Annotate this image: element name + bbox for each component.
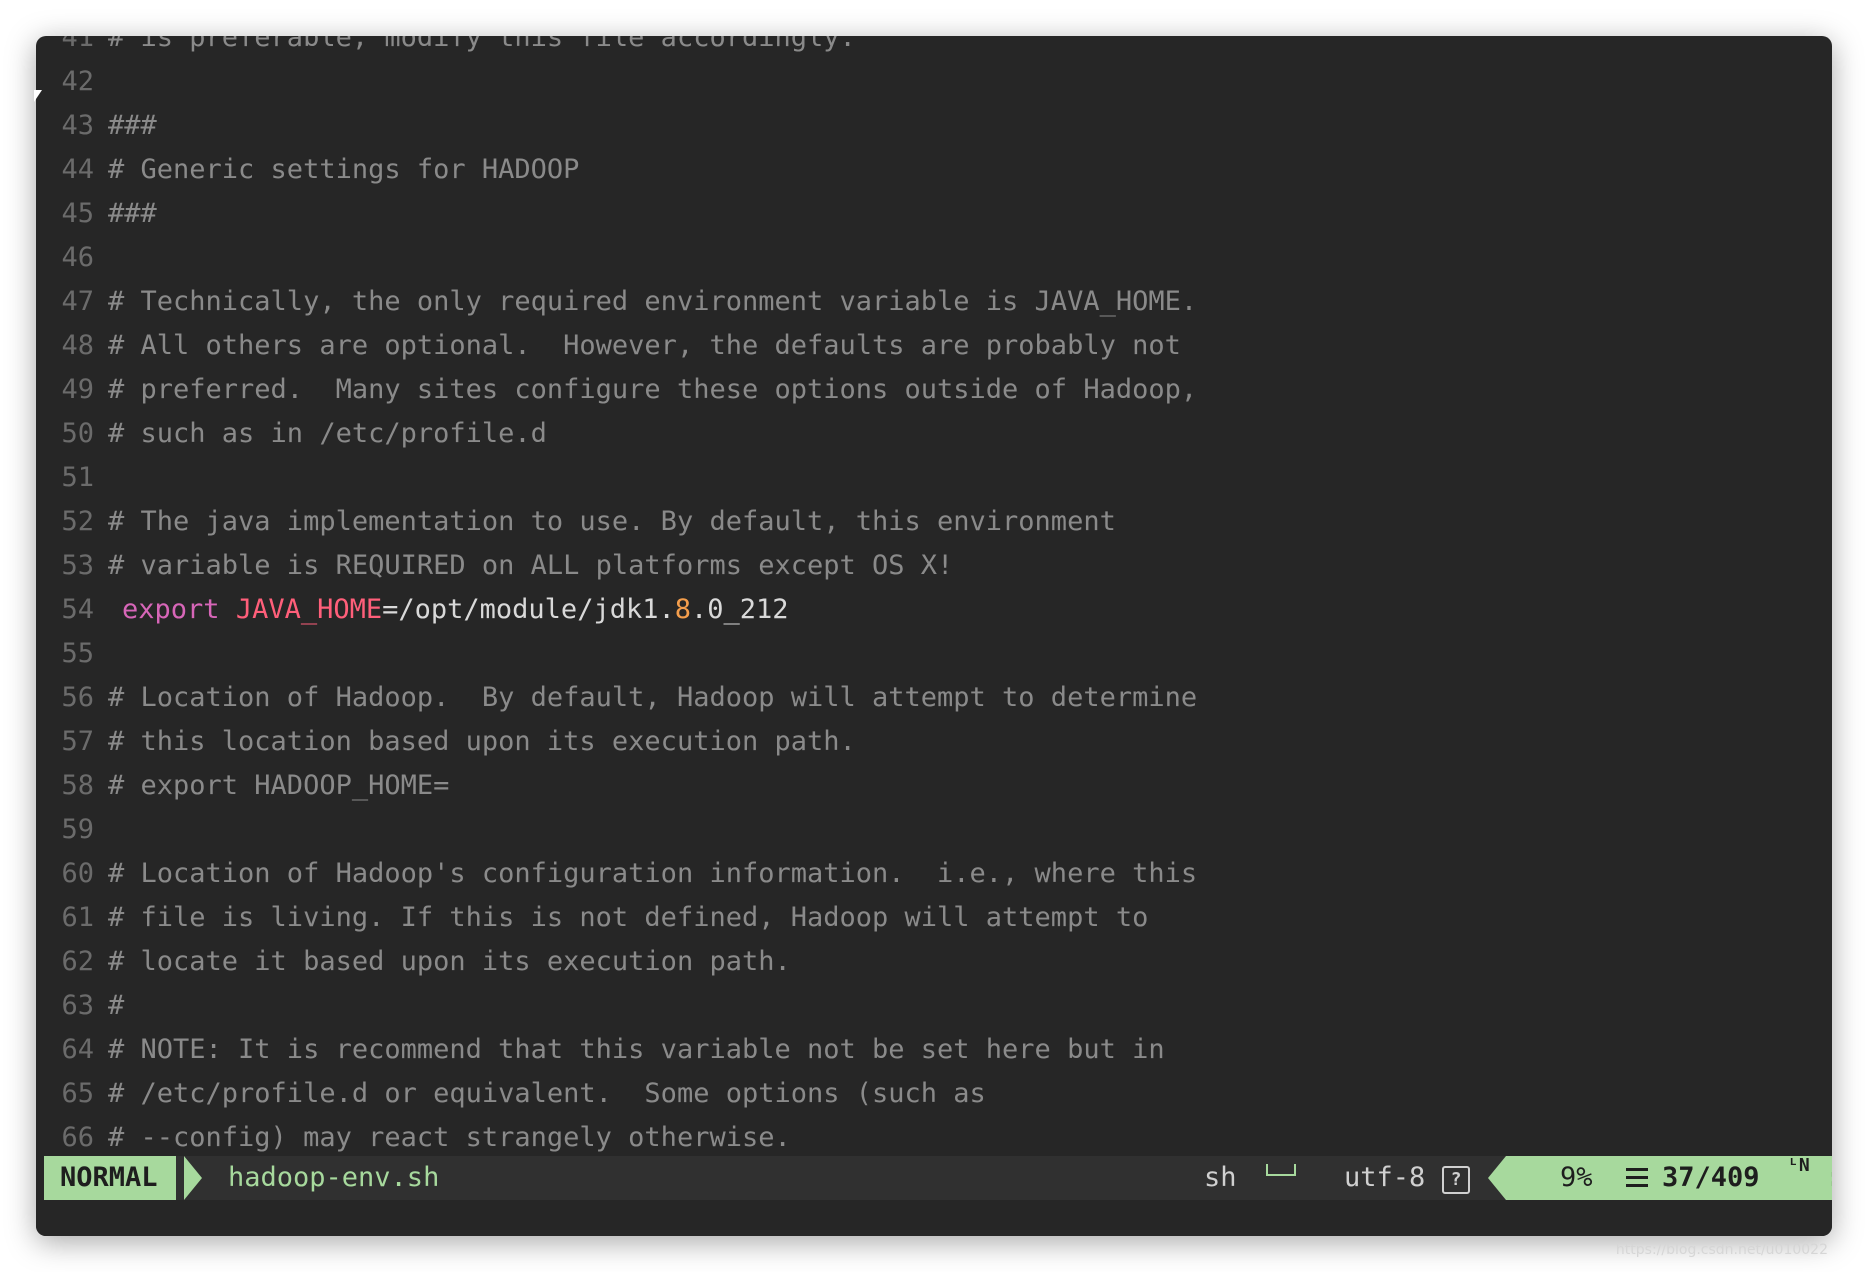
line-number: 65 — [61, 1078, 94, 1109]
code-line: 43 ### — [36, 104, 1832, 148]
code-line: 61 # file is living. If this is not defin… — [36, 896, 1832, 940]
line-number: 46 — [61, 242, 94, 273]
help-icon: ? — [1442, 1166, 1470, 1194]
line-text: # --config) may react strangely otherwis… — [108, 1122, 791, 1153]
code-lines: 41 # is preferable, modify this file acco… — [36, 36, 1832, 1156]
line-number: 54 — [61, 594, 94, 625]
file-name: hadoop-env.sh — [228, 1162, 440, 1193]
line-number: 42 — [61, 66, 94, 97]
file-type: sh — [1204, 1162, 1237, 1193]
code-line: 42 — [36, 60, 1832, 104]
line-number: 41 — [61, 36, 94, 53]
line-text: # /etc/profile.d or equivalent. Some opt… — [108, 1078, 986, 1109]
code-line: 60 # Location of Hadoop's configuration i… — [36, 852, 1832, 896]
watermark: https://blog.csdn.net/u010022 — [1615, 1242, 1828, 1258]
code-line: 62 # locate it based upon its execution p… — [36, 940, 1832, 984]
terminal-window: 41 # is preferable, modify this file acco… — [36, 36, 1832, 1236]
code-line: 65 # /etc/profile.d or equivalent. Some o… — [36, 1072, 1832, 1116]
vim-command-line[interactable] — [36, 1200, 1832, 1236]
line-number: 59 — [61, 814, 94, 845]
vim-statusline: NORMAL hadoop-env.sh sh utf-8 ? 9% 37/40… — [44, 1156, 1832, 1200]
line-number: 55 — [61, 638, 94, 669]
line-number: 61 — [61, 902, 94, 933]
line-number: 62 — [61, 946, 94, 977]
line-number: 63 — [61, 990, 94, 1021]
line-number: 45 — [61, 198, 94, 229]
line-number: 58 — [61, 770, 94, 801]
line-text: # variable is REQUIRED on ALL platforms … — [108, 550, 954, 581]
code-line: 44 # Generic settings for HADOOP — [36, 148, 1832, 192]
line-number: 51 — [61, 462, 94, 493]
scroll-percent: 9% — [1560, 1162, 1593, 1193]
code-line: 48 # All others are optional. However, th… — [36, 324, 1832, 368]
keyword: export — [122, 594, 220, 625]
value-text: =/opt/module/jdk1. — [382, 594, 675, 625]
line-number-icon: ᴸN — [1788, 1155, 1810, 1176]
variable-name: JAVA_HOME — [235, 594, 383, 625]
code-line: 66 # --config) may react strangely otherw… — [36, 1116, 1832, 1156]
line-number: 57 — [61, 726, 94, 757]
code-line: 63 # — [36, 984, 1832, 1028]
line-text: # Generic settings for HADOOP — [108, 154, 580, 185]
line-text: ### — [108, 198, 157, 229]
line-text: # locate it based upon its execution pat… — [108, 946, 791, 977]
line-number: 56 — [61, 682, 94, 713]
mode-indicator: NORMAL — [44, 1156, 176, 1200]
line-text: # Location of Hadoop's configuration inf… — [108, 858, 1198, 889]
code-line: 45 ### — [36, 192, 1832, 236]
line-text: # — [108, 990, 125, 1021]
code-line: 51 — [36, 456, 1832, 500]
position-block: 9% 37/409 ᴸN : — [1506, 1156, 1832, 1200]
code-line: 58 # export HADOOP_HOME= — [36, 764, 1832, 808]
line-text: # export HADOOP_HOME= — [108, 770, 450, 801]
line-text: # is preferable, modify this file accord… — [108, 36, 856, 53]
column-separator: : — [1826, 1156, 1832, 1200]
code-line: 46 — [36, 236, 1832, 280]
code-line: 64 # NOTE: It is recommend that this vari… — [36, 1028, 1832, 1072]
line-number: 52 — [61, 506, 94, 537]
line-number: 49 — [61, 374, 94, 405]
line-text: # this location based upon its execution… — [108, 726, 856, 757]
line-number: 48 — [61, 330, 94, 361]
value-text: .0_212 — [691, 594, 789, 625]
code-line: 55 — [36, 632, 1832, 676]
mouse-pointer-icon — [34, 90, 42, 102]
line-text: # Location of Hadoop. By default, Hadoop… — [108, 682, 1198, 713]
line-text: ### — [108, 110, 157, 141]
line-text: # preferred. Many sites configure these … — [108, 374, 1198, 405]
line-number: 53 — [61, 550, 94, 581]
code-line: 54 export JAVA_HOME=/opt/module/jdk1.8.0_… — [36, 588, 1832, 632]
vim-editor-buffer[interactable]: 41 # is preferable, modify this file acco… — [36, 36, 1832, 1156]
position-separator-arrow — [1488, 1156, 1506, 1200]
fileformat-icon — [1266, 1164, 1296, 1176]
cursor-position: 37/409 — [1662, 1162, 1760, 1193]
file-encoding: utf-8 — [1344, 1162, 1426, 1193]
code-line: 52 # The java implementation to use. By d… — [36, 500, 1832, 544]
number-literal: 8 — [674, 594, 691, 625]
code-line: 41 # is preferable, modify this file acco… — [36, 36, 1832, 60]
code-line: 49 # preferred. Many sites configure thes… — [36, 368, 1832, 412]
line-number: 50 — [61, 418, 94, 449]
line-text: # The java implementation to use. By def… — [108, 506, 1116, 537]
mode-separator-arrow — [184, 1156, 202, 1200]
line-number: 66 — [61, 1122, 94, 1153]
line-text: # NOTE: It is recommend that this variab… — [108, 1034, 1165, 1065]
line-text: export JAVA_HOME=/opt/module/jdk1.8.0_21… — [94, 588, 789, 632]
code-line: 50 # such as in /etc/profile.d — [36, 412, 1832, 456]
line-number: 43 — [61, 110, 94, 141]
line-number: 64 — [61, 1034, 94, 1065]
line-number: 60 — [61, 858, 94, 889]
line-number: 47 — [61, 286, 94, 317]
line-text: # Technically, the only required environ… — [108, 286, 1198, 317]
line-number: 44 — [61, 154, 94, 185]
code-line: 53 # variable is REQUIRED on ALL platform… — [36, 544, 1832, 588]
code-line: 47 # Technically, the only required envir… — [36, 280, 1832, 324]
lines-icon — [1626, 1168, 1648, 1188]
code-line: 59 — [36, 808, 1832, 852]
line-text: # All others are optional. However, the … — [108, 330, 1181, 361]
code-line: 56 # Location of Hadoop. By default, Hado… — [36, 676, 1832, 720]
line-text: # file is living. If this is not defined… — [108, 902, 1149, 933]
line-text: # such as in /etc/profile.d — [108, 418, 547, 449]
code-line: 57 # this location based upon its executi… — [36, 720, 1832, 764]
